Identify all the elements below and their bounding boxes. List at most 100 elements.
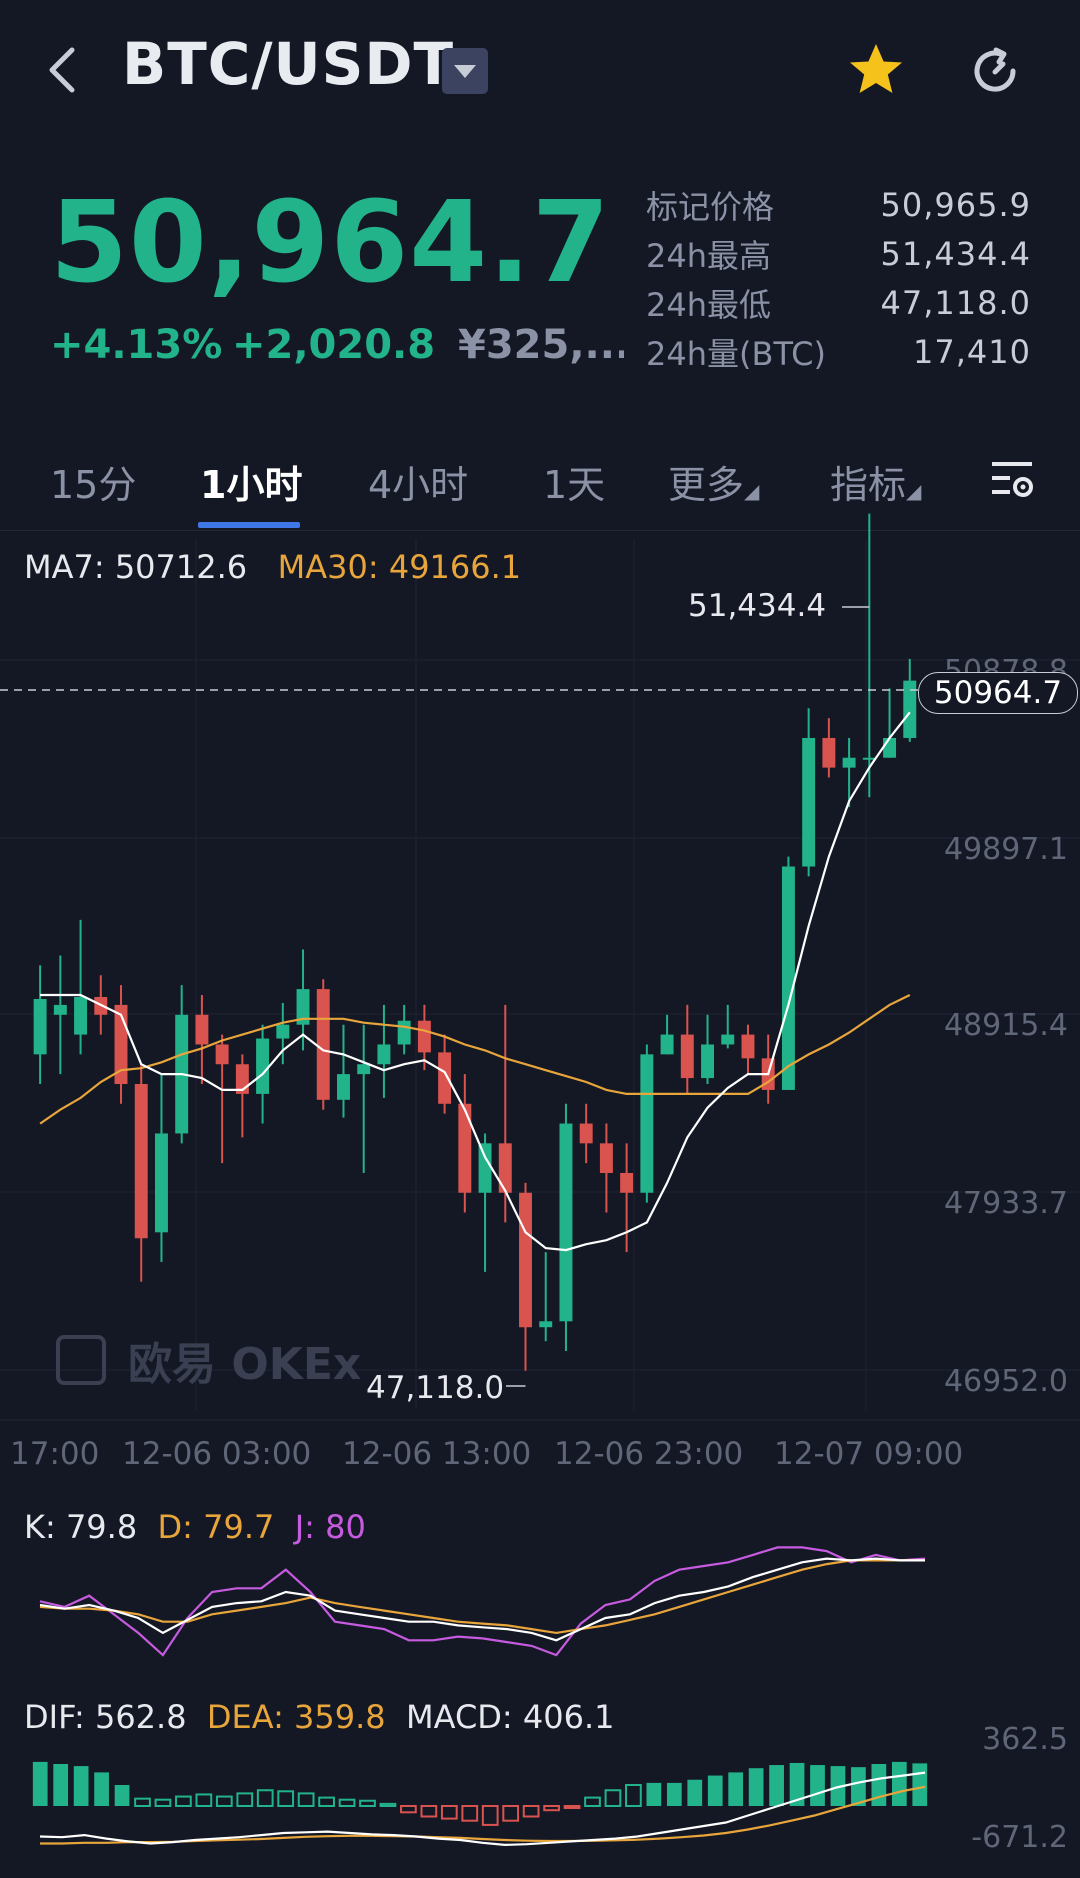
price-axis-label: 47933.7 [943, 1186, 1068, 1221]
candle-body [357, 1064, 371, 1075]
macd-bar [256, 1789, 274, 1807]
macd-label: MACD: 406.1 [406, 1698, 615, 1736]
macd-bar [53, 1764, 69, 1806]
candle-body [640, 1054, 654, 1193]
candle-body [701, 1044, 714, 1079]
candle-body [256, 1038, 270, 1094]
macd-bar [94, 1772, 109, 1806]
candle-body [903, 680, 917, 738]
candle-body [741, 1034, 755, 1059]
macd-bar [318, 1796, 335, 1807]
ma-legend: MA7: 50712.6 MA30: 49166.1 [24, 548, 521, 586]
j-label: J: 80 [294, 1508, 366, 1546]
price-axis-label: 46952.0 [943, 1364, 1068, 1399]
candle-body [559, 1123, 573, 1322]
candle-body [458, 1103, 472, 1193]
macd-bar [625, 1784, 642, 1807]
candle-body [337, 1074, 350, 1100]
candle-body [195, 1014, 209, 1045]
ma30-label: MA30: 49166.1 [277, 548, 522, 586]
macd-bar [195, 1793, 213, 1807]
time-axis-label: 12-06 23:00 [554, 1436, 744, 1472]
candle-body [883, 737, 897, 758]
dif-label: DIF: 562.8 [24, 1698, 187, 1736]
macd-bar [604, 1789, 622, 1807]
macd-bar [543, 1805, 560, 1812]
time-axis-label: 12-06 03:00 [122, 1436, 312, 1472]
macd-bar [912, 1763, 928, 1806]
okex-watermark: 欧易 OKEx [56, 1330, 361, 1390]
macd-bar [114, 1785, 130, 1806]
candle-body [721, 1034, 735, 1045]
time-axis-label: 17:00 [10, 1436, 100, 1472]
macd-bar [666, 1782, 682, 1806]
macd-bar [481, 1805, 499, 1826]
macd-bar [277, 1790, 295, 1808]
candle-body [539, 1321, 553, 1328]
candle-body [154, 1133, 168, 1233]
macd-bar [215, 1795, 233, 1808]
macd-bar [175, 1795, 192, 1808]
candle-body [478, 1143, 492, 1193]
low-marker-label: 47,118.0 [366, 1370, 505, 1406]
macd-legend: DIF: 562.8 DEA: 359.8 MACD: 406.1 [24, 1698, 614, 1736]
macd-bar [522, 1805, 540, 1818]
macd-bar [461, 1805, 479, 1822]
k-line [39, 1557, 925, 1642]
macd-bar [440, 1805, 458, 1820]
candle-body [680, 1034, 694, 1079]
macd-bar [687, 1779, 703, 1806]
candle-body [781, 866, 795, 1090]
candle-body [53, 1004, 67, 1015]
macd-bar [769, 1765, 784, 1806]
macd-bar [338, 1798, 356, 1807]
candlestick-chart[interactable] [0, 0, 1080, 1878]
macd-bar [236, 1792, 254, 1808]
j-line [39, 1546, 926, 1657]
candle-body [316, 989, 330, 1100]
d-line [39, 1559, 925, 1635]
candle-body [438, 1052, 452, 1104]
macd-bar [73, 1766, 89, 1806]
macd-bar [379, 1802, 397, 1808]
candle-body [579, 1123, 593, 1144]
candle-body [822, 737, 836, 768]
candle-body [74, 997, 88, 1035]
candle-body [134, 1084, 148, 1239]
macd-bar [728, 1772, 744, 1806]
macd-bar [646, 1782, 662, 1806]
kdj-legend: K: 79.8 D: 79.7 J: 80 [24, 1508, 366, 1546]
candle-body [660, 1034, 674, 1055]
macd-bar [563, 1805, 581, 1809]
k-label: K: 79.8 [24, 1508, 138, 1546]
macd-bar [707, 1775, 723, 1806]
macd-bar [502, 1805, 520, 1822]
macd-bar [32, 1761, 48, 1806]
macd-axis-label: -671.2 [971, 1820, 1068, 1855]
ma7-label: MA7: 50712.6 [24, 548, 248, 586]
macd-bar [297, 1792, 315, 1808]
candle-body [417, 1020, 431, 1053]
macd-axis-label: 362.5 [982, 1722, 1068, 1757]
macd-bar [420, 1805, 438, 1818]
macd-bar [154, 1798, 172, 1807]
candle-body [842, 757, 856, 768]
ma7-line [40, 711, 911, 1252]
candle-body [802, 737, 816, 867]
macd-bar [748, 1768, 764, 1806]
price-axis-label: 49897.1 [943, 832, 1068, 867]
dea-label: DEA: 359.8 [206, 1698, 386, 1736]
candle-body [215, 1044, 229, 1065]
price-axis-label: 48915.4 [943, 1008, 1068, 1043]
macd-bar [400, 1805, 417, 1814]
okex-logo-icon [56, 1335, 106, 1385]
time-axis-label: 12-07 09:00 [774, 1436, 964, 1472]
candle-body [276, 1024, 290, 1039]
macd-bar [584, 1796, 601, 1807]
current-price-tag: 50964.7 [918, 672, 1078, 714]
candle-body [519, 1192, 532, 1328]
high-marker-label: 51,434.4 [688, 588, 827, 624]
macd-bar [891, 1761, 907, 1806]
d-label: D: 79.7 [157, 1508, 275, 1546]
candle-body [397, 1020, 411, 1045]
